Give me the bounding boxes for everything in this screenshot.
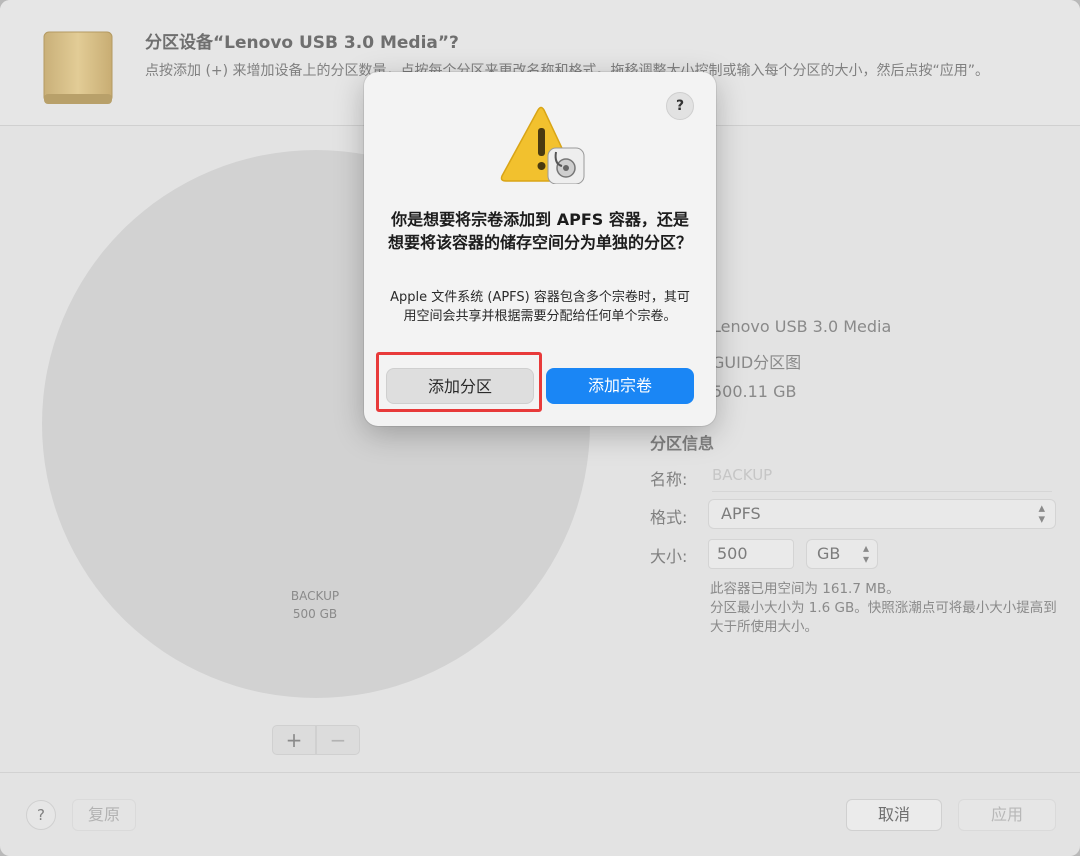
chevron-updown-icon: ▴ ▾ [1038, 501, 1045, 527]
format-value: APFS [721, 504, 761, 523]
size-input[interactable]: 500 [708, 539, 794, 569]
size-unit-value: GB [817, 544, 841, 563]
size-label: 大小: [650, 547, 688, 566]
red-highlight-box [376, 352, 542, 412]
dialog-help-button[interactable]: ? [666, 92, 694, 120]
pie-partition-label: BACKUP 500 GB [265, 587, 365, 623]
dialog-body: Apple 文件系统 (APFS) 容器包含多个宗卷时，其可用空间会共享并根据需… [390, 290, 690, 324]
pie-partition-name: BACKUP [290, 589, 340, 603]
partition-window: 分区设备“Lenovo USB 3.0 Media”? 点按添加 (+) 来增加… [0, 0, 1080, 856]
restore-button[interactable]: 复原 [72, 799, 136, 831]
partition-info-title: 分区信息 [650, 434, 715, 453]
partition-scheme: GUID分区图 [712, 353, 802, 372]
cancel-button[interactable]: 取消 [846, 799, 942, 831]
device-capacity: 500.11 GB [712, 382, 797, 401]
name-label: 名称: [650, 470, 688, 489]
format-select[interactable]: APFS ▴ ▾ [708, 499, 1056, 529]
size-unit-select[interactable]: GB ▴ ▾ [806, 539, 878, 569]
pie-partition-size: 500 GB [292, 607, 338, 621]
used-space-note: 此容器已用空间为 161.7 MB。 [710, 581, 900, 597]
add-volume-button[interactable]: 添加宗卷 [546, 368, 694, 404]
remove-partition-button[interactable]: − [316, 725, 360, 755]
apply-button[interactable]: 应用 [958, 799, 1056, 831]
size-note: 此容器已用空间为 161.7 MB。 分区最小大小为 1.6 GB。快照涨潮点可… [710, 580, 1060, 637]
warning-disk-utility-icon [500, 106, 585, 184]
window-title: 分区设备“Lenovo USB 3.0 Media”? [145, 33, 459, 53]
device-name: Lenovo USB 3.0 Media [712, 317, 892, 336]
partition-name-field[interactable]: BACKUP [712, 462, 1052, 492]
min-size-note: 分区最小大小为 1.6 GB。快照涨潮点可将最小大小提高到大于所使用大小。 [710, 600, 1057, 635]
chevron-updown-icon: ▴ ▾ [862, 541, 869, 566]
format-label: 格式: [650, 508, 688, 527]
dialog-title: 你是想要将宗卷添加到 APFS 容器，还是想要将该容器的储存空间分为单独的分区？ [387, 210, 692, 252]
add-partition-button[interactable]: + [272, 725, 316, 755]
external-drive-icon [43, 31, 113, 104]
help-button[interactable]: ? [26, 800, 56, 830]
